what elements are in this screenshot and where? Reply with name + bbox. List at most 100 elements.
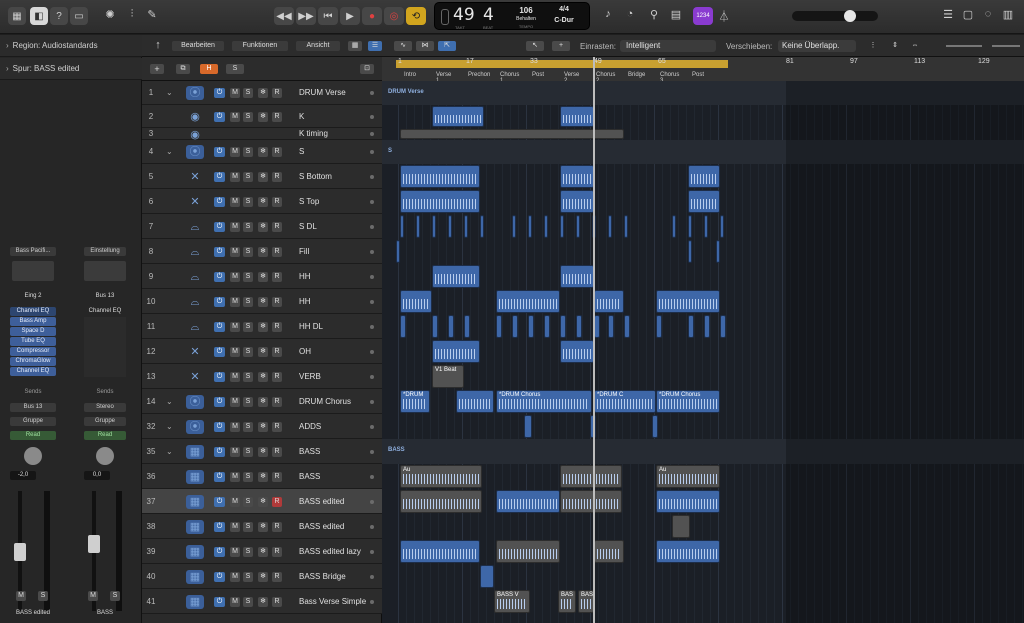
region[interactable] <box>400 490 482 513</box>
region[interactable] <box>656 290 720 313</box>
solo-button[interactable]: S <box>243 496 253 507</box>
edit-menu[interactable]: Bearbeiten <box>172 41 224 51</box>
track-on-button[interactable]: ⏻ <box>214 88 225 98</box>
solo-button[interactable]: S <box>243 471 253 482</box>
freeze-button[interactable]: ❄ <box>258 396 268 407</box>
library-icon[interactable]: ▦ <box>8 7 26 25</box>
track-name[interactable]: BASS edited <box>299 497 344 506</box>
region[interactable] <box>688 240 692 263</box>
track-name[interactable]: S DL <box>299 222 317 231</box>
mute-button[interactable]: M <box>230 546 240 557</box>
record-enable-button[interactable]: R <box>272 196 282 207</box>
region[interactable]: *DRUM Chorus <box>496 390 592 413</box>
solo-button[interactable]: S <box>243 371 253 382</box>
region[interactable]: *DRUM Chorus <box>656 390 720 413</box>
region[interactable] <box>624 215 628 238</box>
output-slot[interactable]: Bus 13 <box>10 403 56 412</box>
track-row[interactable]: 11 ⌓ ⏻ M S ❄ R HH DL <box>142 314 382 339</box>
region[interactable] <box>432 106 484 127</box>
solo-button[interactable]: S <box>243 296 253 307</box>
track-row[interactable]: 13 ✕ ⏻ M S ❄ R VERB <box>142 364 382 389</box>
browser-icon[interactable]: ▥ <box>1000 8 1016 21</box>
region[interactable] <box>688 190 720 213</box>
record-enable-button[interactable]: R <box>272 496 282 507</box>
pan-knob[interactable] <box>96 447 114 465</box>
region[interactable]: BAS <box>578 590 594 613</box>
record-enable-button[interactable]: R <box>272 171 282 182</box>
arrangement-marker[interactable]: Intro <box>404 72 416 78</box>
cycle-area[interactable] <box>396 60 728 68</box>
region[interactable] <box>464 315 470 338</box>
record-enable-button[interactable]: R <box>272 321 282 332</box>
region[interactable] <box>456 390 494 413</box>
track-on-button[interactable]: ⏻ <box>214 271 225 282</box>
mute-button[interactable]: M <box>16 591 26 601</box>
record-enable-button[interactable]: R <box>272 571 282 582</box>
track-row[interactable]: 14 ⌄ ⦿ ⏻ M S ❄ R DRUM Chorus <box>142 389 382 414</box>
region[interactable] <box>480 215 484 238</box>
region[interactable]: Au <box>656 465 720 488</box>
waveform-zoom-icon[interactable]: ⋮ <box>866 41 880 51</box>
solo-button[interactable]: S <box>243 596 253 607</box>
track-row[interactable]: 9 ⌓ ⏻ M S ❄ R HH <box>142 264 382 289</box>
mixer-icon[interactable]: ⫶ <box>124 8 140 21</box>
solo-button[interactable]: S <box>243 346 253 357</box>
region[interactable] <box>400 129 624 139</box>
mute-button[interactable]: M <box>230 446 240 457</box>
freeze-button[interactable]: ❄ <box>258 221 268 232</box>
track-row[interactable]: 7 ⌓ ⏻ M S ❄ R S DL <box>142 214 382 239</box>
track-on-button[interactable]: ⏻ <box>214 171 225 182</box>
region[interactable] <box>560 340 594 363</box>
insert-slot-1[interactable]: Bass Amp <box>10 317 56 326</box>
arrangement-marker[interactable]: Bridge <box>628 72 645 78</box>
record-enable-button[interactable]: R <box>272 546 282 557</box>
mute-button[interactable]: M <box>230 421 240 432</box>
region[interactable] <box>560 165 594 188</box>
mute-button[interactable]: M <box>230 196 240 207</box>
record-enable-button[interactable]: R <box>272 521 282 532</box>
region[interactable] <box>672 515 690 538</box>
track-row[interactable]: 1 ⌄ ⦿ ⏻ M S ❄ R DRUM Verse <box>142 81 382 105</box>
track-inspector-header[interactable]: › Spur: BASS edited <box>0 58 142 80</box>
automation-icon[interactable]: ∿ <box>394 41 412 51</box>
region[interactable] <box>400 190 480 213</box>
track-on-button[interactable]: ⏻ <box>214 321 225 332</box>
playhead[interactable] <box>593 57 595 623</box>
track-name[interactable]: S Top <box>299 197 319 206</box>
solo-button[interactable]: S <box>110 591 120 601</box>
solo-button[interactable]: S <box>243 221 253 232</box>
region[interactable] <box>716 240 720 263</box>
region[interactable] <box>432 315 438 338</box>
record-enable-button[interactable]: R <box>272 221 282 232</box>
inspector-icon[interactable]: ◧ <box>30 7 48 25</box>
region[interactable]: V1 Beat <box>432 365 464 388</box>
solo-global-button[interactable]: S <box>226 64 244 74</box>
region[interactable] <box>416 215 420 238</box>
functions-menu[interactable]: Funktionen <box>232 41 288 51</box>
record-button[interactable]: ● <box>362 7 382 25</box>
track-name[interactable]: S <box>299 147 304 156</box>
folder-disclosure-icon[interactable]: ⌄ <box>166 422 178 431</box>
freeze-button[interactable]: ❄ <box>258 471 268 482</box>
solo-button[interactable]: S <box>243 271 253 282</box>
track-name[interactable]: DRUM Verse <box>299 88 346 97</box>
folder-disclosure-icon[interactable]: ⌄ <box>166 88 178 97</box>
track-name[interactable]: ADDS <box>299 422 321 431</box>
track-on-button[interactable]: ⏻ <box>214 546 225 557</box>
track-on-button[interactable]: ⏻ <box>214 521 225 532</box>
mute-button[interactable]: M <box>230 371 240 382</box>
solo-button[interactable]: S <box>243 111 253 122</box>
record-enable-button[interactable]: R <box>272 421 282 432</box>
solo-button[interactable]: S <box>243 546 253 557</box>
region[interactable] <box>512 315 518 338</box>
forward-button[interactable]: ▶▶ <box>296 7 316 25</box>
record-enable-button[interactable]: R <box>272 271 282 282</box>
freeze-button[interactable]: ❄ <box>258 271 268 282</box>
track-row[interactable]: 41 ▦ ⏻ M S ❄ R Bass Verse Simple <box>142 589 382 614</box>
record-enable-button[interactable]: R <box>272 371 282 382</box>
track-row[interactable]: 38 ▦ ⏻ M S ❄ R BASS edited <box>142 514 382 539</box>
region[interactable] <box>560 265 594 288</box>
cycle-button[interactable]: ⟲ <box>406 7 426 25</box>
mute-button[interactable]: M <box>230 147 240 157</box>
record-enable-button[interactable]: R <box>272 596 282 607</box>
